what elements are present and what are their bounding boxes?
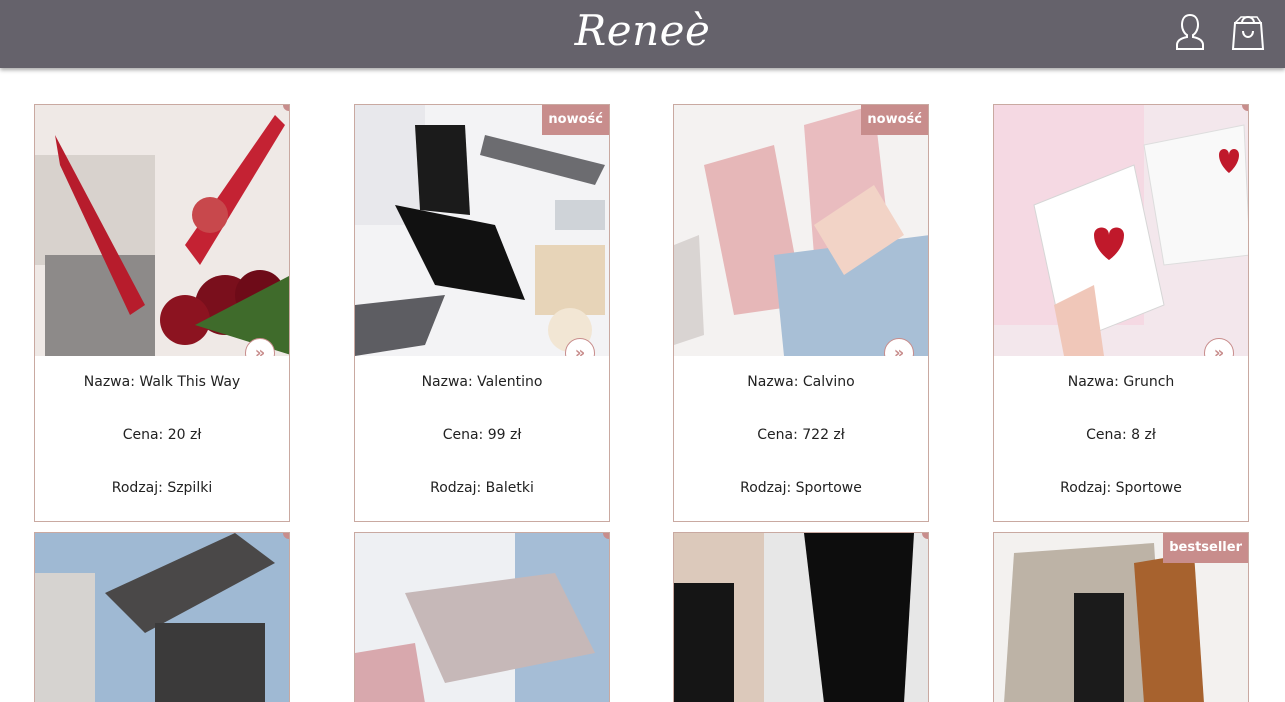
product-card[interactable] (354, 532, 610, 702)
product-type: RodzajSzpilki (35, 462, 289, 515)
product-photo[interactable] (355, 533, 609, 702)
product-photo[interactable]: bestseller (994, 533, 1248, 702)
product-price: Cena722 zł (674, 409, 928, 462)
shopping-bag-icon[interactable] (1231, 11, 1265, 51)
product-name: NazwaCalvino (674, 356, 928, 409)
product-price: Cena20 zł (35, 409, 289, 462)
product-photo[interactable]: nowość » (674, 105, 928, 356)
user-icon[interactable] (1174, 12, 1206, 52)
product-badge: nowość (861, 105, 928, 135)
product-name: NazwaWalk This Way (35, 356, 289, 409)
product-card[interactable] (34, 532, 290, 702)
product-card[interactable]: bestseller (993, 532, 1249, 702)
brand-logo[interactable]: Reneè (0, 6, 1285, 55)
product-photo[interactable]: » (994, 105, 1248, 356)
product-type: RodzajSportowe (674, 462, 928, 515)
top-navbar: Reneè (0, 0, 1285, 68)
product-badge: nowość (542, 105, 609, 135)
product-type: RodzajBaletki (355, 462, 609, 515)
product-price: Cena99 zł (355, 409, 609, 462)
product-card[interactable]: nowość » NazwaValentino Cena99 zł Rodzaj… (354, 104, 610, 522)
product-card[interactable]: » NazwaGrunch Cena8 zł RodzajSportowe (993, 104, 1249, 522)
product-name: NazwaValentino (355, 356, 609, 409)
product-card[interactable]: » NazwaWalk This Way Cena20 zł RodzajSzp… (34, 104, 290, 522)
product-photo[interactable]: » (35, 105, 289, 356)
product-badge: bestseller (1163, 533, 1248, 563)
product-price: Cena8 zł (994, 409, 1248, 462)
product-type: RodzajSportowe (994, 462, 1248, 515)
product-card[interactable]: nowość » NazwaCalvino Cena722 zł RodzajS… (673, 104, 929, 522)
product-photo[interactable] (35, 533, 289, 702)
product-card[interactable] (673, 532, 929, 702)
product-name: NazwaGrunch (994, 356, 1248, 409)
product-photo[interactable] (674, 533, 928, 702)
product-photo[interactable]: nowość » (355, 105, 609, 356)
